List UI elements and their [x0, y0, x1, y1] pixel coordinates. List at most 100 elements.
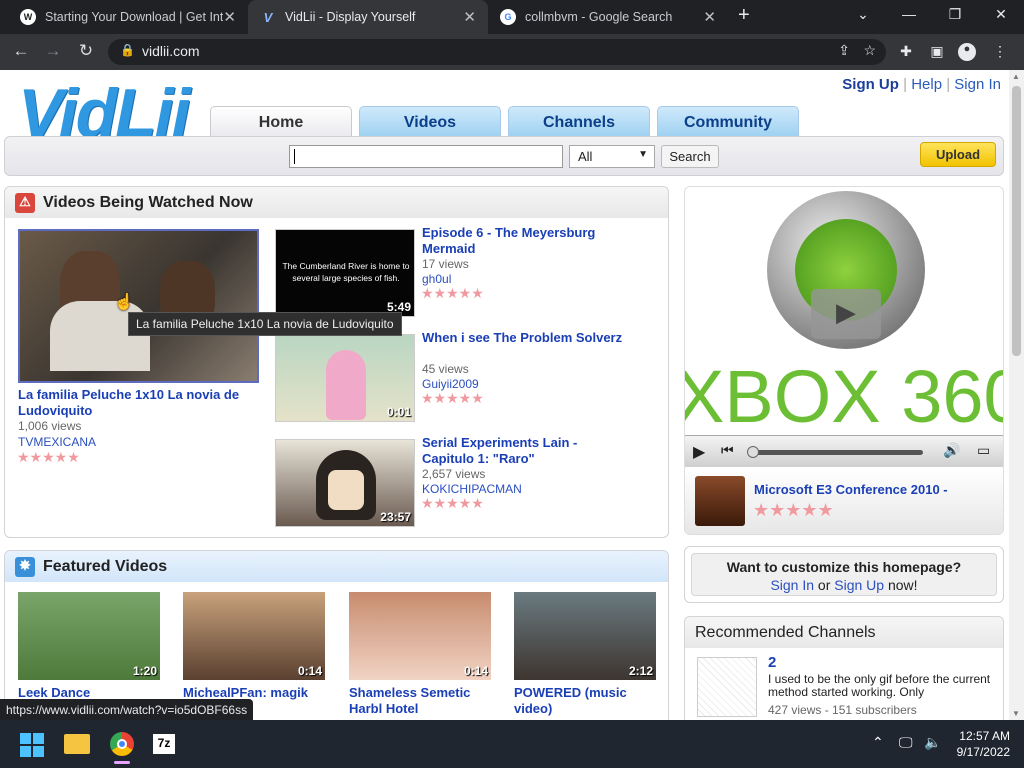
featured-watch-user[interactable]: TVMEXICANA: [18, 435, 96, 449]
help-link[interactable]: Help: [911, 76, 942, 93]
tooltip: La familia Peluche 1x10 La novia de Ludo…: [128, 312, 402, 336]
search-category-select[interactable]: All ▼: [569, 145, 655, 168]
tab-title: VidLii - Display Yourself: [285, 10, 416, 24]
nav-tab-channels[interactable]: Channels: [508, 106, 650, 138]
sign-in-link[interactable]: Sign In: [954, 76, 1001, 93]
window-close-button[interactable]: ✕: [978, 6, 1024, 23]
video-user[interactable]: Guiyii2009: [422, 377, 479, 391]
bookmark-star-icon[interactable]: ☆: [863, 42, 876, 59]
tab-google-search[interactable]: G collmbvm - Google Search ✕: [488, 0, 728, 34]
close-icon[interactable]: ✕: [703, 8, 716, 26]
tab-vidlii[interactable]: V VidLii - Display Yourself ✕: [248, 0, 488, 34]
scroll-up-icon[interactable]: ▲: [1012, 72, 1020, 81]
featured-videos-heading: ✸ Featured Videos: [5, 551, 668, 582]
video-thumbnail[interactable]: 0:14: [349, 592, 491, 680]
fullscreen-icon[interactable]: ▭: [977, 442, 990, 459]
speaker-icon[interactable]: 🔈: [924, 734, 941, 751]
forward-icon[interactable]: →: [42, 41, 64, 61]
xbox-logo: ▶: [767, 191, 925, 349]
tab-starting-download[interactable]: W Starting Your Download | Get Int ✕: [8, 0, 248, 34]
video-duration: 1:20: [132, 664, 157, 678]
tab-search-icon[interactable]: ⌄: [840, 6, 886, 23]
customize-panel: Want to customize this homepage? Sign In…: [684, 546, 1004, 603]
windows-start-icon[interactable]: [20, 733, 44, 757]
extensions-icon[interactable]: ✚: [896, 43, 916, 60]
taskbar-clock[interactable]: 12:57 AM 9/17/2022: [957, 728, 1010, 760]
minimize-button[interactable]: —: [886, 6, 932, 22]
back-icon[interactable]: ←: [10, 41, 32, 61]
7zip-icon[interactable]: 7z: [153, 734, 175, 754]
video-title[interactable]: When i see The Problem Solverz: [422, 330, 652, 346]
video-title[interactable]: Episode 6 - The Meyersburg Mermaid: [422, 225, 632, 257]
video-title[interactable]: POWERED (music video): [514, 685, 664, 717]
search-input[interactable]: [289, 145, 563, 168]
browser-tab-strip: W Starting Your Download | Get Int ✕ V V…: [0, 0, 1024, 34]
play-overlay-icon[interactable]: ▶: [811, 289, 881, 339]
menu-icon[interactable]: ⋮: [990, 43, 1010, 60]
player-controls: ▶ ⏮ 🔊 ▭: [685, 435, 1003, 467]
side-panel-icon[interactable]: ▣: [927, 43, 947, 60]
search-bar: All ▼ Search Upload: [4, 136, 1004, 176]
chrome-icon[interactable]: [110, 732, 134, 756]
channel-avatar[interactable]: [697, 657, 757, 717]
seek-handle[interactable]: [747, 446, 759, 458]
now-playing-rating: ★★★★★: [753, 500, 834, 520]
customize-sign-up-link[interactable]: Sign Up: [834, 577, 884, 593]
scrollbar-thumb[interactable]: [1012, 86, 1021, 356]
customize-sign-in-link[interactable]: Sign In: [770, 577, 814, 593]
video-screen[interactable]: ▶ XBOX 360: [684, 187, 1004, 435]
featured-watch-title[interactable]: La familia Peluche 1x10 La novia de Ludo…: [18, 387, 263, 419]
now-playing-title[interactable]: Microsoft E3 Conference 2010 -: [754, 482, 994, 498]
tab-title: collmbvm - Google Search: [525, 10, 673, 24]
address-bar[interactable]: 🔒 vidlii.com ⇪ ☆: [108, 39, 886, 65]
thumbnail-caption: The Cumberland River is home to several …: [282, 261, 410, 283]
watched-now-panel: ⚠ Videos Being Watched Now La familia Pe…: [4, 186, 669, 538]
video-thumbnail[interactable]: 2:12: [514, 592, 656, 680]
video-user[interactable]: gh0ul: [422, 272, 451, 286]
channel-avatar[interactable]: [695, 476, 745, 526]
seek-bar[interactable]: [747, 446, 923, 458]
video-rating: ★★★★★: [421, 285, 484, 301]
page-scrollbar[interactable]: ▲ ▼: [1009, 70, 1024, 720]
upload-button[interactable]: Upload: [920, 142, 996, 167]
nav-tab-videos[interactable]: Videos: [359, 106, 501, 138]
profile-avatar[interactable]: ●: [958, 43, 976, 61]
video-thumbnail[interactable]: 0:01: [275, 334, 415, 422]
show-hidden-icons[interactable]: ⌃: [872, 734, 884, 751]
featured-watch-thumbnail[interactable]: [18, 229, 259, 383]
recommended-channels-panel: Recommended Channels 2 I used to be the …: [684, 616, 1004, 720]
volume-icon[interactable]: 🔊: [943, 442, 960, 459]
search-button[interactable]: Search: [661, 145, 719, 168]
play-icon[interactable]: ▶: [693, 442, 705, 462]
video-title[interactable]: Serial Experiments Lain - Capitulo 1: "R…: [422, 435, 632, 467]
wordpress-icon: W: [20, 9, 36, 25]
video-thumbnail[interactable]: The Cumberland River is home to several …: [275, 229, 415, 317]
nav-tab-home[interactable]: Home: [210, 106, 352, 138]
channel-description: I used to be the only gif before the cur…: [768, 673, 991, 699]
video-player-panel: ▶ XBOX 360 ▶ ⏮ 🔊 ▭ Microsoft E3 Conferen…: [684, 186, 1004, 535]
channel-stats: 427 views - 151 subscribers: [768, 703, 917, 717]
restore-button[interactable]: ❐: [932, 6, 978, 23]
scroll-down-icon[interactable]: ▼: [1012, 709, 1020, 718]
previous-icon[interactable]: ⏮: [721, 442, 734, 459]
new-tab-button[interactable]: +: [738, 4, 750, 27]
vidlii-icon: V: [263, 9, 273, 25]
video-thumbnail[interactable]: 1:20: [18, 592, 160, 680]
nav-tab-community[interactable]: Community: [657, 106, 799, 138]
close-icon[interactable]: ✕: [223, 8, 236, 26]
customize-text: Want to customize this homepage?: [726, 559, 962, 575]
file-explorer-icon[interactable]: [64, 734, 90, 754]
sign-up-link[interactable]: Sign Up: [842, 76, 899, 93]
channel-name[interactable]: 2: [768, 655, 776, 671]
reload-icon[interactable]: ↻: [75, 41, 97, 61]
share-icon[interactable]: ⇪: [838, 42, 850, 59]
video-thumbnail[interactable]: 23:57: [275, 439, 415, 527]
now-playing-info: Microsoft E3 Conference 2010 - ★★★★★: [685, 468, 1003, 534]
video-title[interactable]: Shameless Semetic Harbl Hotel: [349, 685, 499, 717]
network-icon[interactable]: 🖵: [899, 734, 913, 751]
close-icon[interactable]: ✕: [463, 8, 476, 26]
video-thumbnail[interactable]: 0:14: [183, 592, 325, 680]
xbox-360-text: XBOX 360: [684, 359, 1004, 435]
video-views: 17 views: [422, 257, 469, 271]
video-user[interactable]: KOKICHIPACMAN: [422, 482, 522, 496]
